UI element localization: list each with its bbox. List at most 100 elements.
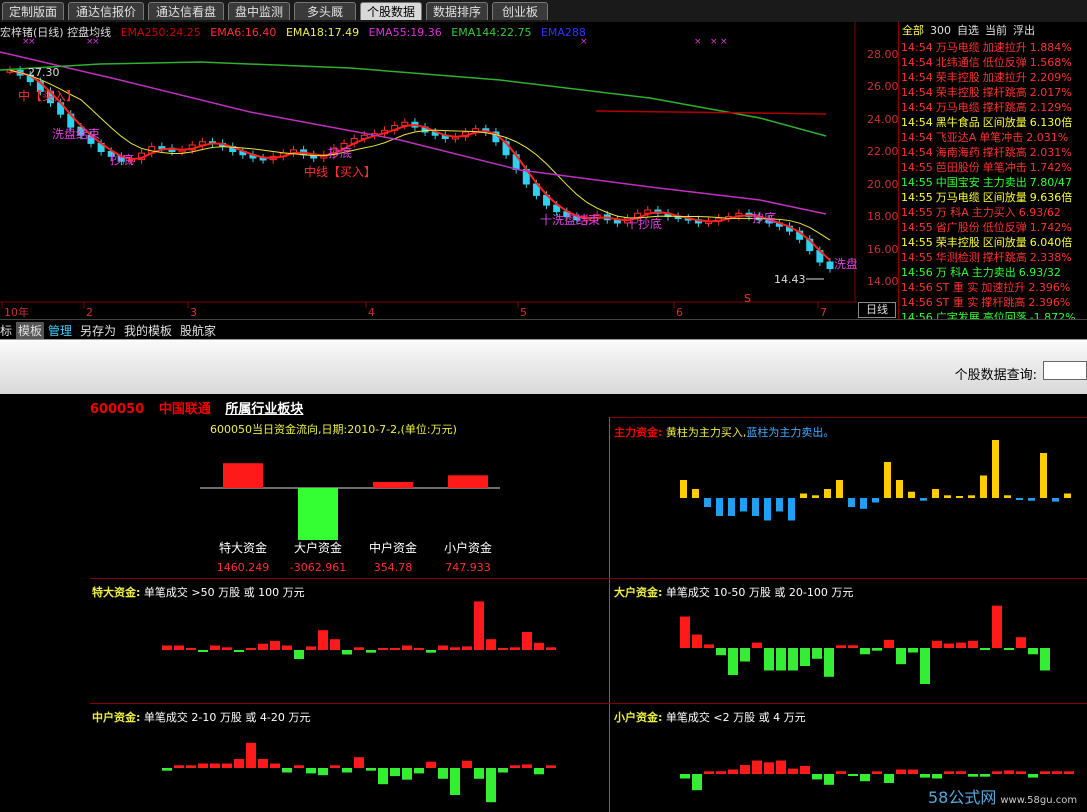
主力资金-bar	[1016, 498, 1023, 500]
tab-8[interactable]: 创业板	[492, 2, 548, 20]
小户资金-bar	[872, 771, 882, 774]
特大资金-bar	[366, 650, 376, 653]
alert-row[interactable]: 14:55 省广股份 低位反弹 1.742%	[899, 220, 1087, 235]
stock-name[interactable]: 中国联通	[159, 402, 211, 417]
alert-row[interactable]: 14:54 黑牛食品 区间放量 6.130倍	[899, 115, 1087, 130]
tab-4[interactable]: 盘中监测	[228, 2, 290, 20]
alert-row[interactable]: 14:54 北纬通信 低位反弹 1.568%	[899, 55, 1087, 70]
特大资金-bar	[486, 639, 496, 650]
大户资金-bar	[776, 648, 786, 671]
主力资金-bar	[920, 498, 927, 501]
alert-kind: 单笔冲击	[982, 161, 1027, 174]
toolbar-item-3[interactable]: 管理	[48, 322, 72, 339]
alert-time: 14:54	[901, 116, 933, 129]
alert-kind: 区间放量	[982, 236, 1027, 249]
alert-list[interactable]: 全部 300 自选 当前 浮出 14:54 万马电缆 加速拉升 1.884% 14:54 北纬通信…	[898, 22, 1087, 324]
alert-row[interactable]: 14:54 万马电缆 加速拉升 1.884%	[899, 40, 1087, 55]
主力资金-bar	[872, 498, 879, 503]
toolbar-item-6[interactable]: 股航家	[180, 322, 216, 339]
alert-time: 14:55	[901, 191, 933, 204]
小户资金-bar	[884, 774, 894, 783]
chart-title-line: 宏梓锗(日线) 控盘均线 EMA250:24.25 EMA6:16.40 EMA…	[0, 24, 592, 40]
vertical-divider	[609, 417, 610, 812]
template-toolbar: 标模板 管理 另存为 我的模板 股航家	[0, 319, 1087, 339]
主力资金-bar	[884, 462, 891, 498]
特大资金-bar	[426, 650, 436, 653]
大户资金-bar	[680, 616, 690, 648]
中户资金-bar	[186, 765, 196, 768]
中户资金-bar	[414, 768, 424, 774]
toolbar-item-4[interactable]: 另存为	[80, 322, 116, 339]
大户资金-bar	[836, 645, 846, 648]
alert-row[interactable]: 14:56 万 科A 主力卖出 6.93/32	[899, 265, 1087, 280]
主力资金-bar	[800, 493, 807, 498]
中户资金-bar	[474, 768, 484, 779]
kline-chart[interactable]: 10年 2 3 4 5 6 7×× ×× × × × × 27.30中【买入】洗盘结束抄底中线【买入】…	[0, 22, 857, 320]
price-axis: 28.00 26.00 24.00 22.00 20.00 18.00 16.00 14.00	[857, 22, 899, 320]
alert-name: 中国宝安	[935, 176, 980, 189]
中户资金-bar	[366, 768, 376, 771]
price-tick: 18.00	[867, 210, 899, 223]
alert-filter-4[interactable]: 当前	[985, 24, 1007, 37]
dip-signal-2: 抄底	[328, 145, 352, 160]
alert-row[interactable]: 14:54 海南海药 撑杆跳高 2.031%	[899, 145, 1087, 160]
小户资金-bar	[944, 771, 954, 774]
query-label: 个股数据查询:	[954, 368, 1037, 383]
query-input[interactable]	[1043, 361, 1087, 380]
alert-row[interactable]: 14:56 ST 重 实撑杆跳高 2.396%	[899, 295, 1087, 310]
tab-2[interactable]: 通达信报价	[68, 2, 144, 20]
alert-row[interactable]: 14:55 万 科A 主力买入 6.93/62	[899, 205, 1087, 220]
小户资金-bar	[680, 774, 690, 779]
alert-filter-1[interactable]: 全部	[902, 24, 924, 37]
signal-mark: ×	[710, 37, 718, 47]
大户资金-bar	[824, 648, 834, 677]
tab-bar: 定制版面 通达信报价 通达信看盘 盘中监测 多头厩 个股数据 数据排序 创业板	[0, 0, 1087, 23]
chart-name: 宏梓锗(日线) 控盘均线	[0, 26, 112, 39]
alert-row[interactable]: 14:55 万马电缆 区间放量 9.636倍	[899, 190, 1087, 205]
divider-row2	[90, 578, 1087, 579]
alert-name: 飞亚达A	[935, 131, 977, 144]
alert-row[interactable]: 14:55 芭田股份 单笔冲击 1.742%	[899, 160, 1087, 175]
tab-7[interactable]: 数据排序	[426, 2, 488, 20]
alert-row[interactable]: 14:55 华测检测 撑杆跳高 2.338%	[899, 250, 1087, 265]
alert-row[interactable]: 14:56 ST 重 实加速拉升 2.396%	[899, 280, 1087, 295]
alert-kind: 低位反弹	[982, 56, 1027, 69]
toolbar-item-1[interactable]: 标	[0, 322, 12, 339]
period-label[interactable]: 日线	[858, 302, 896, 318]
alert-row[interactable]: 14:54 万马电缆 撑杆跳高 2.129%	[899, 100, 1087, 115]
大户资金-bar	[740, 648, 750, 662]
alert-row[interactable]: 14:54 荣丰控股 加速拉升 2.209%	[899, 70, 1087, 85]
medium-fund-desc: 单笔成交 2-10 万股 或 4-20 万元	[143, 711, 311, 724]
fund-flow-category: 中户资金	[369, 540, 417, 555]
alert-filter-2[interactable]: 300	[930, 24, 951, 37]
特大资金-bar	[378, 648, 388, 650]
特大资金-bar	[342, 650, 352, 655]
sector-link[interactable]: 所属行业板块	[225, 402, 303, 417]
toolbar-item-2[interactable]: 模板	[16, 322, 45, 339]
alert-row[interactable]: 14:55 中国宝安 主力卖出 7.80/47	[899, 175, 1087, 190]
main-fund-desc2: 蓝柱为主力卖出。	[746, 426, 835, 439]
tab-1[interactable]: 定制版面	[2, 2, 64, 20]
主力资金-bar	[1040, 453, 1047, 498]
alert-row[interactable]: 14:54 飞亚达A 单笔冲击 2.031%	[899, 130, 1087, 145]
tab-5[interactable]: 多头厩	[294, 2, 356, 20]
alert-kind: 主力卖出	[982, 176, 1027, 189]
price-tick: 24.00	[867, 113, 899, 126]
tab-3[interactable]: 通达信看盘	[148, 2, 224, 20]
tab-6[interactable]: 个股数据	[360, 2, 422, 20]
toolbar-item-5[interactable]: 我的模板	[124, 322, 172, 339]
大户资金-bar	[1028, 648, 1038, 655]
alert-row[interactable]: 14:55 荣丰控股 区间放量 6.040倍	[899, 235, 1087, 250]
alert-filter-5[interactable]: 浮出	[1013, 24, 1035, 37]
主力资金-bar	[932, 489, 939, 498]
alert-row[interactable]: 14:54 荣丰控股 撑杆跳高 2.017%	[899, 85, 1087, 100]
中户资金-bar	[222, 763, 232, 768]
主力资金-bar	[956, 496, 963, 498]
特大资金-bar	[438, 645, 448, 650]
特大资金-bar	[270, 641, 280, 650]
特大资金-bar	[546, 647, 556, 650]
中户资金-bar	[486, 768, 496, 803]
中户资金-bar	[546, 765, 556, 768]
alert-filter-3[interactable]: 自选	[957, 24, 979, 37]
fund-flow-bar	[373, 481, 413, 488]
